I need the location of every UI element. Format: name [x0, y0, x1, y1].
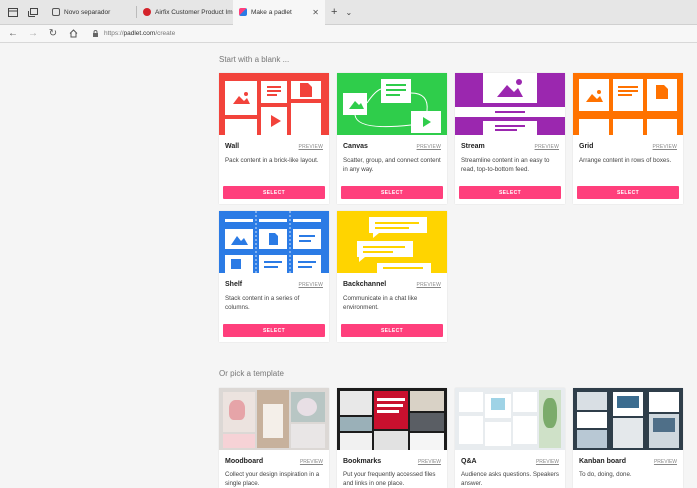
select-grid-button[interactable]: SELECT [577, 186, 679, 199]
template-description: Audience asks questions. Speakers answer… [461, 471, 560, 487]
template-bookmarks[interactable]: Bookmarks PREVIEW Put your frequently ac… [337, 388, 447, 488]
template-section-title: Or pick a template [219, 369, 284, 378]
tab-label: Airfix Customer Product Im [155, 8, 233, 16]
select-backchannel-button[interactable]: SELECT [341, 324, 443, 337]
select-canvas-button[interactable]: SELECT [341, 186, 443, 199]
template-description: To do, doing, done. [579, 471, 632, 478]
tab-novo-separador[interactable]: Novo separador [46, 0, 136, 25]
preview-link[interactable]: PREVIEW [418, 459, 441, 465]
preview-link[interactable]: PREVIEW [417, 282, 441, 288]
shelf-thumbnail [219, 211, 329, 273]
card-name: Grid [579, 143, 594, 150]
blank-section-title: Start with a blank ... [219, 55, 290, 64]
template-name: Moodboard [225, 458, 264, 465]
tab-label: Make a padlet [251, 8, 292, 16]
preview-link[interactable]: PREVIEW [535, 144, 559, 150]
url-path: /create [155, 30, 176, 37]
select-stream-button[interactable]: SELECT [459, 186, 561, 199]
padlet-favicon-icon [239, 8, 247, 16]
card-name: Backchannel [343, 281, 387, 288]
template-description: Put your frequently accessed files and l… [343, 471, 436, 487]
card-description: Arrange content in rows of boxes. [579, 157, 672, 164]
url-host: padlet.com [123, 30, 156, 37]
airfix-favicon-icon [143, 8, 151, 16]
canvas-thumbnail [337, 73, 447, 135]
stream-thumbnail [455, 73, 565, 135]
address-bar: ← → ↻ https://padlet.com/create [0, 25, 697, 43]
template-description: Collect your design inspiration in a sin… [225, 471, 320, 487]
select-wall-button[interactable]: SELECT [223, 186, 325, 199]
tab-airfix[interactable]: Airfix Customer Product Im [137, 0, 233, 25]
card-stream: Stream PREVIEW Streamline content in an … [455, 73, 565, 204]
preview-link[interactable]: PREVIEW [653, 144, 677, 150]
template-moodboard[interactable]: Moodboard PREVIEW Collect your design in… [219, 388, 329, 488]
forward-arrow-icon[interactable]: → [26, 27, 40, 41]
lock-icon [93, 30, 98, 37]
preview-link[interactable]: PREVIEW [417, 144, 441, 150]
padlet-create-page: Start with a blank ... Wall PREVIEW Pack… [0, 43, 697, 488]
card-shelf: Shelf PREVIEW Stack content in a series … [219, 211, 329, 342]
preview-link[interactable]: PREVIEW [536, 459, 559, 465]
card-wall: Wall PREVIEW Pack content in a brick-lik… [219, 73, 329, 204]
url-scheme: https:// [104, 30, 124, 37]
template-kanban-board[interactable]: Kanban board PREVIEW To do, doing, done. [573, 388, 683, 488]
card-name: Stream [461, 143, 485, 150]
card-description: Pack content in a brick-like layout. [225, 157, 319, 164]
close-tab-icon[interactable]: ✕ [306, 8, 319, 17]
refresh-icon[interactable]: ↻ [46, 27, 60, 41]
preview-link[interactable]: PREVIEW [299, 282, 323, 288]
preview-link[interactable]: PREVIEW [654, 459, 677, 465]
card-name: Shelf [225, 281, 243, 288]
card-description: Scatter, group, and connect content in a… [343, 157, 441, 173]
url-field[interactable]: https://padlet.com/create [92, 27, 697, 41]
template-qa[interactable]: Q&A PREVIEW Audience asks questions. Spe… [455, 388, 565, 488]
tab-actions-icon[interactable] [6, 5, 20, 19]
card-description: Communicate in a chat like environment. [343, 295, 418, 311]
card-name: Wall [225, 143, 240, 150]
chevron-down-icon[interactable]: ⌄ [345, 8, 352, 17]
card-backchannel: Backchannel PREVIEW Communicate in a cha… [337, 211, 447, 342]
qa-thumbnail [455, 388, 565, 450]
select-shelf-button[interactable]: SELECT [223, 324, 325, 337]
template-name: Q&A [461, 458, 477, 465]
kanban-thumbnail [573, 388, 683, 450]
new-tab-plus-icon[interactable]: + [331, 6, 337, 18]
preview-link[interactable]: PREVIEW [300, 459, 323, 465]
moodboard-thumbnail [219, 388, 329, 450]
tab-make-a-padlet[interactable]: Make a padlet ✕ [233, 0, 325, 25]
browser-tab-bar: Novo separador Airfix Customer Product I… [0, 0, 697, 25]
set-aside-tabs-icon[interactable] [26, 5, 40, 19]
back-arrow-icon[interactable]: ← [6, 27, 20, 41]
card-name: Canvas [343, 143, 368, 150]
new-tab-icon [52, 8, 60, 16]
preview-link[interactable]: PREVIEW [299, 144, 323, 150]
wall-thumbnail [219, 73, 329, 135]
grid-thumbnail [573, 73, 683, 135]
home-icon[interactable] [66, 27, 80, 41]
template-name: Bookmarks [343, 458, 382, 465]
card-description: Streamline content in an easy to read, t… [461, 157, 550, 173]
backchannel-thumbnail [337, 211, 447, 273]
bookmarks-thumbnail [337, 388, 447, 450]
card-grid: Grid PREVIEW Arrange content in rows of … [573, 73, 683, 204]
card-description: Stack content in a series of columns. [225, 295, 300, 311]
template-name: Kanban board [579, 458, 627, 465]
tab-label: Novo separador [64, 8, 111, 16]
card-canvas: Canvas PREVIEW Scatter, group, and conne… [337, 73, 447, 204]
